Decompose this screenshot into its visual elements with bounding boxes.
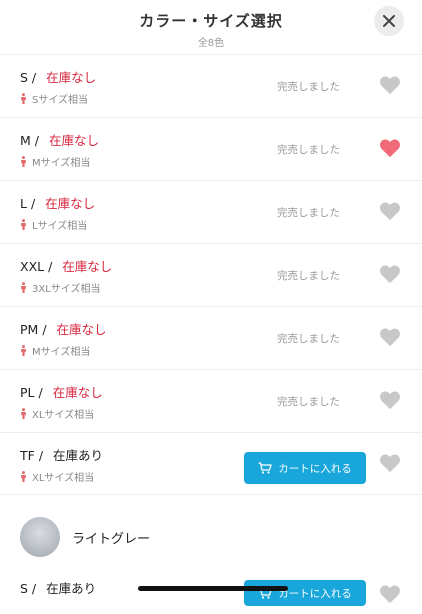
color-option-header: ライトグレー xyxy=(0,494,422,575)
size-name: PL xyxy=(20,385,35,400)
stock-status: 在庫なし xyxy=(45,196,96,211)
size-fit-text: XLサイズ相当 xyxy=(32,410,95,421)
heart-icon[interactable] xyxy=(379,201,401,221)
add-to-cart-button[interactable]: カートに入れる xyxy=(244,580,366,606)
size-separator: / xyxy=(31,581,37,596)
stock-status: 在庫なし xyxy=(62,259,113,274)
close-icon xyxy=(383,15,395,27)
modal-title: カラー・サイズ選択 xyxy=(139,12,283,30)
cart-icon xyxy=(258,462,272,474)
size-name: M xyxy=(20,133,31,148)
stock-status: 在庫なし xyxy=(46,70,97,85)
size-fit: Sサイズ相当 xyxy=(20,91,88,106)
size-name: XXL xyxy=(20,259,45,274)
soldout-label: 完売しました xyxy=(277,396,340,408)
size-label: PM / 在庫なし xyxy=(20,319,107,338)
size-name: S xyxy=(20,581,28,596)
person-icon xyxy=(21,282,26,293)
size-name: PM xyxy=(20,322,39,337)
heart-icon[interactable] xyxy=(379,327,401,347)
size-separator: / xyxy=(30,196,36,211)
color-name: ライトグレー xyxy=(72,532,151,547)
size-fit-text: Lサイズ相当 xyxy=(32,221,88,232)
stock-status: 在庫あり xyxy=(46,581,97,596)
size-fit-text: Mサイズ相当 xyxy=(32,347,91,358)
size-separator: / xyxy=(38,385,43,400)
person-icon xyxy=(21,408,26,419)
size-fit-text: 3XLサイズ相当 xyxy=(32,284,101,295)
size-row-l: L / 在庫なし Lサイズ相当 完売しました xyxy=(0,180,422,243)
size-label: L / 在庫なし xyxy=(20,193,95,212)
size-fit: XLサイズ相当 xyxy=(20,469,94,484)
soldout-label: 完売しました xyxy=(277,207,340,219)
size-separator: / xyxy=(42,322,47,337)
size-label: S / 在庫なし xyxy=(20,67,96,86)
home-indicator xyxy=(138,586,288,591)
size-row-s: S / 在庫なし Sサイズ相当 完売しました xyxy=(0,54,422,117)
soldout-label: 完売しました xyxy=(277,270,340,282)
size-label: XXL / 在庫なし xyxy=(20,256,112,275)
person-icon xyxy=(21,471,26,482)
size-row-s-next: S / 在庫あり カートに入れる xyxy=(0,574,422,614)
size-name: S xyxy=(20,70,28,85)
size-fit: XLサイズ相当 xyxy=(20,406,94,421)
soldout-label: 完売しました xyxy=(277,333,340,345)
person-icon xyxy=(21,156,26,167)
size-fit-text: Sサイズ相当 xyxy=(32,95,89,106)
add-to-cart-button[interactable]: カートに入れる xyxy=(244,452,366,484)
size-list: S / 在庫なし Sサイズ相当 完売しました M / 在庫なし Mサイズ相当 完… xyxy=(0,54,422,495)
stock-status: 在庫なし xyxy=(56,322,107,337)
size-name: L xyxy=(20,196,27,211)
size-label: S / 在庫あり xyxy=(20,578,96,597)
size-label: PL / 在庫なし xyxy=(20,382,103,401)
size-row-xxl: XXL / 在庫なし 3XLサイズ相当 完売しました xyxy=(0,243,422,306)
person-icon xyxy=(21,219,26,230)
size-row-tf: TF / 在庫あり XLサイズ相当 カートに入れる xyxy=(0,432,422,495)
heart-icon[interactable] xyxy=(379,453,401,473)
size-row-pm: PM / 在庫なし Mサイズ相当 完売しました xyxy=(0,306,422,369)
color-count: 全8色 xyxy=(197,38,225,49)
soldout-label: 完売しました xyxy=(277,144,340,156)
size-separator: / xyxy=(31,70,37,85)
size-label: M / 在庫なし xyxy=(20,130,99,149)
size-fit-text: Mサイズ相当 xyxy=(32,158,91,169)
size-fit-text: XLサイズ相当 xyxy=(32,473,95,484)
size-separator: / xyxy=(34,133,39,148)
person-icon xyxy=(21,345,26,356)
size-row-m: M / 在庫なし Mサイズ相当 完売しました xyxy=(0,117,422,180)
size-separator: / xyxy=(38,448,44,463)
modal-header: カラー・サイズ選択 全8色 xyxy=(0,0,422,56)
soldout-label: 完売しました xyxy=(277,81,340,93)
heart-icon[interactable] xyxy=(379,138,401,158)
add-to-cart-label: カートに入れる xyxy=(278,462,352,475)
size-row-pl: PL / 在庫なし XLサイズ相当 完売しました xyxy=(0,369,422,432)
color-thumbnail xyxy=(20,517,60,557)
size-fit: 3XLサイズ相当 xyxy=(20,280,100,295)
stock-status: 在庫あり xyxy=(53,448,104,463)
heart-icon[interactable] xyxy=(379,75,401,95)
stock-status: 在庫なし xyxy=(48,133,99,148)
heart-icon[interactable] xyxy=(379,264,401,284)
close-button[interactable] xyxy=(374,6,404,36)
size-separator: / xyxy=(48,259,53,274)
stock-status: 在庫なし xyxy=(52,385,103,400)
heart-icon[interactable] xyxy=(379,584,401,604)
person-icon xyxy=(21,93,26,104)
size-fit: Mサイズ相当 xyxy=(20,154,90,169)
size-fit: Mサイズ相当 xyxy=(20,343,90,358)
size-fit: Lサイズ相当 xyxy=(20,217,87,232)
size-name: TF xyxy=(20,448,35,463)
heart-icon[interactable] xyxy=(379,390,401,410)
size-label: TF / 在庫あり xyxy=(20,445,103,464)
add-to-cart-label: カートに入れる xyxy=(278,587,352,600)
